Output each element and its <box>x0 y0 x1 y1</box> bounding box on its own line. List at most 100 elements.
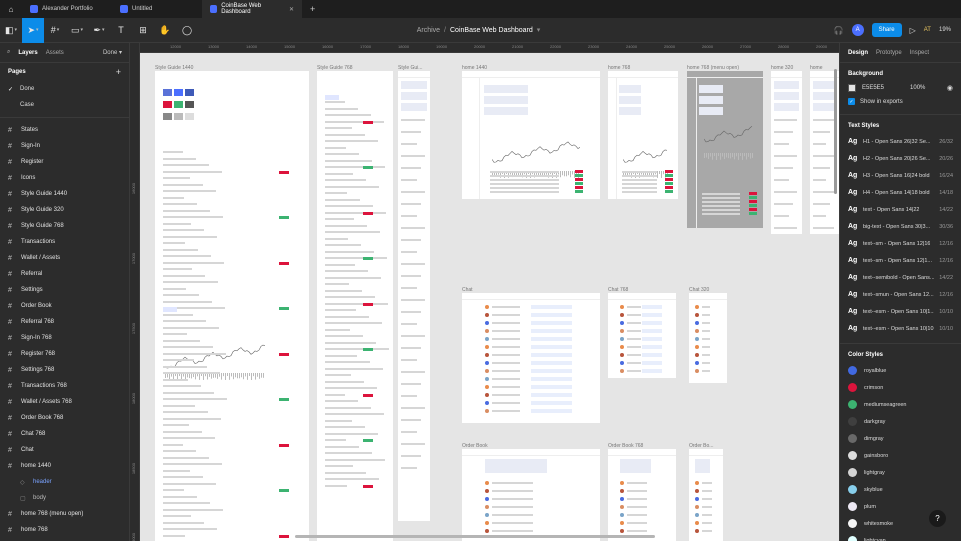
home-icon[interactable]: ⌂ <box>0 0 22 18</box>
os-tab-coinbase-dashboard[interactable]: CoinBase Web Dashboard ✕ <box>202 0 302 18</box>
text-style-item[interactable]: Ag text - Open Sans 14|22 14/22 <box>840 201 961 218</box>
share-button[interactable]: Share <box>871 23 902 37</box>
canvas-frame[interactable] <box>462 449 600 541</box>
add-page-icon[interactable]: + <box>116 67 121 77</box>
layer-frame[interactable]: # Style Guide 768 <box>0 218 129 234</box>
present-icon[interactable]: ▷ <box>910 26 916 35</box>
text-style-item[interactable]: Ag H4 - Open Sans 14|18 bold 14/18 <box>840 184 961 201</box>
text-style-item[interactable]: Ag text--esm - Open Sans 10|10 10/10 <box>840 320 961 337</box>
layer-frame[interactable]: # Style Guide 320 <box>0 202 129 218</box>
rectangle-tool-icon[interactable]: ▭ ▾ <box>66 18 88 43</box>
layer-frame[interactable]: # Sign-In 768 <box>0 330 129 346</box>
text-style-item[interactable]: Ag text--sm - Open Sans 12|16 12/16 <box>840 235 961 252</box>
text-style-item[interactable]: Ag text--esm - Open Sans 10|1... 10/10 <box>840 303 961 320</box>
layer-frame[interactable]: # Wallet / Assets <box>0 250 129 266</box>
layer-frame[interactable]: # Settings <box>0 282 129 298</box>
layer-frame[interactable]: # Icons <box>0 170 129 186</box>
color-style-item[interactable]: skyblue <box>840 481 961 498</box>
help-button[interactable]: ? <box>929 510 946 527</box>
layer-frame[interactable]: # Order Book 768 <box>0 410 129 426</box>
color-style-item[interactable]: darkgray <box>840 413 961 430</box>
layer-frame[interactable]: # Chat <box>0 442 129 458</box>
horizontal-scrollbar[interactable] <box>295 535 655 538</box>
text-style-item[interactable]: Ag H2 - Open Sans 20|26 Se... 20/26 <box>840 150 961 167</box>
layer-child[interactable]: ▢ body <box>0 490 129 506</box>
text-style-item[interactable]: Ag text--semibold - Open Sans... 14/22 <box>840 269 961 286</box>
layer-child[interactable]: ◇ header <box>0 474 129 490</box>
project-name[interactable]: Archive <box>417 27 440 34</box>
move-tool-icon[interactable]: ➤ ▾ <box>22 17 44 43</box>
eye-icon[interactable]: ◉ <box>947 84 953 92</box>
comment-tool-icon[interactable]: ◯ <box>176 18 198 43</box>
color-style-item[interactable]: lightgray <box>840 464 961 481</box>
os-tab-alexander-portfolio[interactable]: Alexander Portfolio <box>22 0 112 18</box>
color-style-item[interactable]: mediumseagreen <box>840 396 961 413</box>
text-style-item[interactable]: Ag H1 - Open Sans 26|32 Se... 26/32 <box>840 133 961 150</box>
canvas-frame[interactable] <box>608 71 678 199</box>
background-swatch[interactable] <box>848 84 856 92</box>
text-style-item[interactable]: Ag big-text - Open Sans 30|3... 30/36 <box>840 218 961 235</box>
os-tab-untitled[interactable]: Untitled <box>112 0 202 18</box>
text-style-item[interactable]: Ag text--smun - Open Sans 12... 12/16 <box>840 286 961 303</box>
tab-design[interactable]: Design <box>848 50 868 56</box>
layer-frame[interactable]: # Style Guide 1440 <box>0 186 129 202</box>
search-icon[interactable]: ⌕ <box>7 49 10 56</box>
canvas-frame[interactable] <box>462 293 600 423</box>
layer-frame[interactable]: # home 768 (menu open) <box>0 506 129 522</box>
canvas-frame[interactable] <box>317 71 393 541</box>
layer-frame[interactable]: # Referral 768 <box>0 314 129 330</box>
canvas-frame[interactable] <box>771 71 802 234</box>
layer-frame[interactable]: # Transactions 768 <box>0 378 129 394</box>
canvas-frame[interactable] <box>398 71 430 521</box>
layer-frame[interactable]: # Transactions <box>0 234 129 250</box>
main-menu-icon[interactable]: ◧ ▾ <box>0 18 22 43</box>
color-style-item[interactable]: lightcyan <box>840 532 961 541</box>
close-tab-icon[interactable]: ✕ <box>289 6 294 13</box>
zoom-level[interactable]: 19% <box>939 27 951 33</box>
layer-frame[interactable]: # States <box>0 122 129 138</box>
page-item[interactable]: ✓ Done <box>0 81 129 97</box>
layer-frame[interactable]: # Settings 768 <box>0 362 129 378</box>
text-tool-icon[interactable]: T <box>110 18 132 43</box>
canvas-frame[interactable] <box>689 449 723 541</box>
page-item[interactable]: Case <box>0 97 129 113</box>
canvas-frame[interactable] <box>462 71 600 199</box>
tab-layers[interactable]: Layers <box>18 50 37 56</box>
tab-prototype[interactable]: Prototype <box>876 50 902 56</box>
color-style-item[interactable]: gainsboro <box>840 447 961 464</box>
layer-frame[interactable]: # Register <box>0 154 129 170</box>
resources-tool-icon[interactable]: ⊞ <box>132 18 154 43</box>
canvas-frame[interactable] <box>608 293 676 378</box>
pen-tool-icon[interactable]: ✒ ▾ <box>88 18 110 43</box>
frame-tool-icon[interactable]: # ▾ <box>44 18 66 43</box>
layer-frame[interactable]: # Referral <box>0 266 129 282</box>
tab-inspect[interactable]: Inspect <box>910 50 929 56</box>
vertical-scrollbar[interactable] <box>834 69 837 194</box>
layer-frame[interactable]: # Register 768 <box>0 346 129 362</box>
text-style-item[interactable]: Ag H3 - Open Sans 16|24 bold 16/24 <box>840 167 961 184</box>
canvas-frame[interactable] <box>687 71 763 228</box>
layer-frame[interactable]: # Chat 768 <box>0 426 129 442</box>
color-style-item[interactable]: dimgray <box>840 430 961 447</box>
layer-frame[interactable]: # home 1440 <box>0 458 129 474</box>
canvas-frame[interactable] <box>608 449 676 541</box>
layer-frame[interactable]: # home 768 <box>0 522 129 538</box>
avatar[interactable]: A <box>851 24 864 36</box>
color-style-item[interactable]: crimson <box>840 379 961 396</box>
color-style-item[interactable]: royalblue <box>840 362 961 379</box>
canvas-frame[interactable] <box>689 293 727 383</box>
background-opacity[interactable]: 100% <box>910 85 925 91</box>
new-tab-button[interactable]: + <box>302 0 323 18</box>
show-in-exports-checkbox[interactable]: ✓ <box>848 98 855 105</box>
text-style-item[interactable]: Ag text--sm - Open Sans 12|1... 12/16 <box>840 252 961 269</box>
headphones-icon[interactable]: 🎧 <box>834 26 844 35</box>
design-canvas[interactable]: 12000 13000 14000 15000 16000 17000 18000 19000… <box>130 43 839 541</box>
layer-frame[interactable]: # Sign-In <box>0 138 129 154</box>
background-hex[interactable]: E5E5E5 <box>862 85 884 91</box>
canvas-frame[interactable] <box>155 71 309 541</box>
ai-assistant-label[interactable]: AT <box>924 27 931 33</box>
background-fill-row[interactable]: E5E5E5 100% ◉ <box>840 81 961 95</box>
page-selector[interactable]: Done ▾ <box>103 49 122 56</box>
file-name[interactable]: CoinBase Web Dashboard <box>450 27 533 34</box>
layer-frame[interactable]: # Wallet / Assets 768 <box>0 394 129 410</box>
